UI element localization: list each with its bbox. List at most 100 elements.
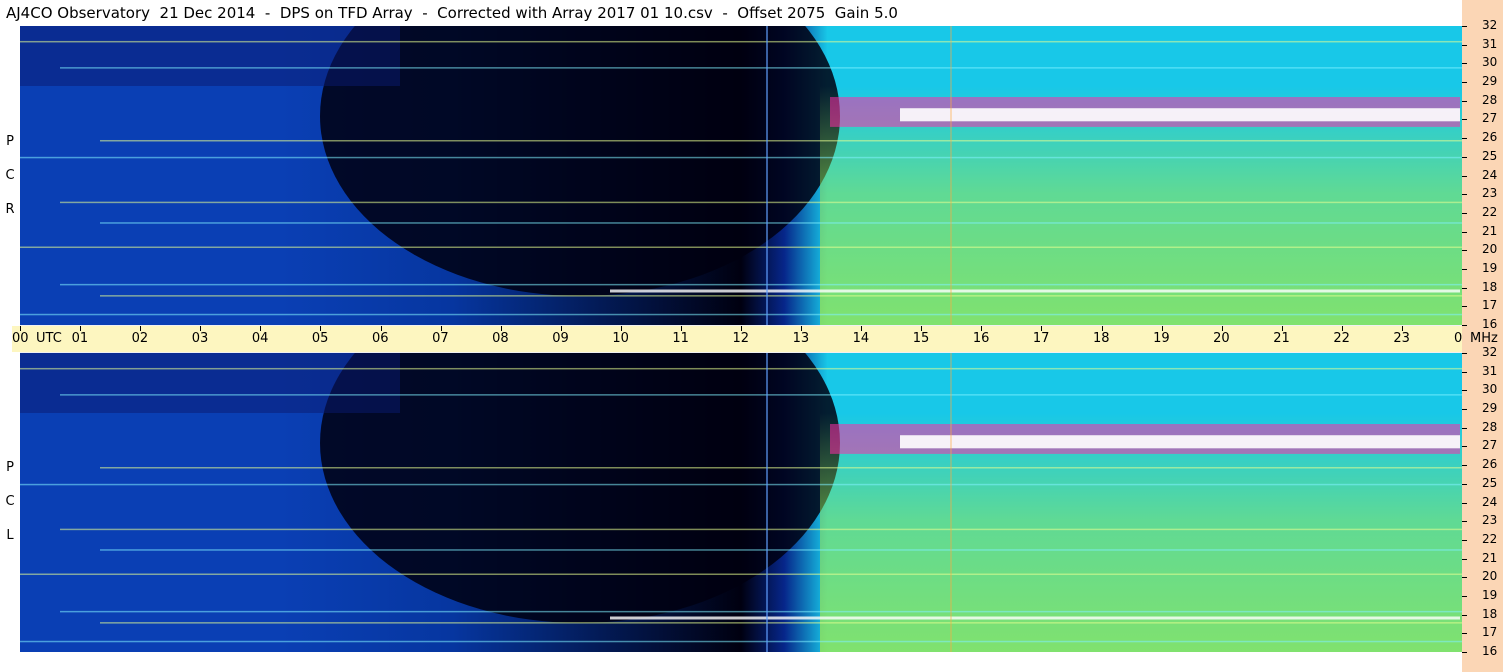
time-tick-label: 08 (492, 331, 509, 346)
vertical-spike (766, 26, 768, 325)
time-tick-label: 02 (131, 331, 149, 346)
interference-line (60, 394, 1462, 396)
freq-tick-mark (1462, 156, 1467, 158)
freq-tick-label: 20 (1482, 569, 1498, 584)
time-tick-label: 00 (12, 331, 29, 346)
freq-tick-mark (1462, 521, 1467, 523)
freq-tick-mark (1462, 577, 1467, 579)
freq-tick-label: 18 (1482, 606, 1498, 621)
freq-tick-label: 21 (1482, 550, 1498, 565)
freq-tick-mark (1462, 614, 1467, 616)
time-tick-label: 14 (852, 331, 870, 346)
freq-tick-mark (1462, 212, 1467, 214)
cb-band-core (900, 108, 1460, 122)
time-tick-label: 03 (191, 331, 209, 346)
time-tick-label: 22 (1333, 331, 1350, 346)
freq-tick-label: 28 (1482, 92, 1498, 107)
interference-line-18mhz (610, 616, 1460, 620)
bottom-panel-label-1: P (6, 460, 14, 475)
freq-tick-mark (1462, 483, 1467, 485)
freq-tick-label: 24 (1482, 494, 1498, 509)
time-tick-label: 23 (1393, 331, 1410, 346)
freq-tick-label: 29 (1482, 74, 1498, 89)
freq-tick-mark (1462, 371, 1467, 373)
top-panel-label-3: R (5, 202, 15, 217)
freq-tick-mark (1462, 633, 1467, 635)
freq-tick-label: 27 (1482, 438, 1498, 453)
lcp-spectrogram (20, 353, 1462, 652)
time-tick-label: 12 (732, 331, 750, 346)
freq-tick-label: 25 (1482, 475, 1498, 490)
interference-line-18mhz (610, 289, 1460, 293)
vertical-spike (766, 353, 768, 652)
interference-line (20, 246, 1462, 249)
freq-tick-label: 26 (1482, 457, 1498, 472)
freq-tick-mark (1462, 652, 1467, 653)
freq-tick-mark (1462, 465, 1467, 467)
utc-unit-label: UTC (36, 331, 62, 346)
time-tick-label: 04 (251, 331, 269, 346)
freq-tick-label: 27 (1482, 111, 1498, 126)
freq-tick-mark (1462, 194, 1467, 196)
interference-line (60, 201, 1462, 204)
freq-tick-mark (1462, 82, 1467, 84)
freq-tick-label: 30 (1482, 382, 1498, 397)
interference-line (100, 139, 1462, 142)
freq-tick-mark (1462, 353, 1467, 354)
vertical-spike (950, 353, 952, 652)
freq-tick-mark (1462, 231, 1467, 233)
freq-tick-label: 18 (1482, 279, 1498, 294)
freq-tick-label: 29 (1482, 401, 1498, 416)
freq-tick-mark (1462, 250, 1467, 252)
freq-tick-mark (1462, 502, 1467, 504)
interference-line (20, 573, 1462, 576)
time-tick-label: 06 (372, 331, 389, 346)
cb-band-core (900, 435, 1460, 449)
interference-line (100, 222, 1462, 224)
time-tick-label: 17 (1032, 331, 1050, 346)
freq-tick-mark (1462, 175, 1467, 177)
freq-tick-label: 21 (1482, 223, 1498, 238)
rcp-spectrogram (20, 26, 1462, 325)
freq-tick-label: 16 (1482, 644, 1498, 658)
freq-tick-mark (1462, 306, 1467, 308)
interference-line (20, 640, 1462, 643)
freq-tick-mark (1462, 138, 1467, 140)
time-tick-label: 15 (912, 331, 930, 346)
night-upper-band (20, 353, 400, 413)
bottom-margin (0, 652, 1462, 672)
freq-tick-mark (1462, 63, 1467, 65)
freq-tick-label: 23 (1482, 186, 1498, 201)
freq-tick-mark (1462, 539, 1467, 541)
interference-line (100, 622, 1462, 624)
freq-tick-label: 16 (1482, 317, 1498, 331)
interference-line (60, 283, 1462, 286)
freq-tick-label: 19 (1482, 260, 1498, 275)
interference-line (60, 528, 1462, 531)
time-tick-label: 07 (432, 331, 449, 346)
freq-tick-mark (1462, 268, 1467, 270)
freq-tick-label: 17 (1482, 625, 1498, 640)
freq-tick-label: 26 (1482, 130, 1498, 145)
top-panel-label-2: C (5, 168, 15, 183)
freq-tick-label: 31 (1482, 36, 1498, 51)
bottom-panel-label-3: L (6, 528, 14, 543)
time-tick-label: 11 (672, 331, 689, 346)
interference-line (100, 549, 1462, 551)
interference-line (20, 156, 1462, 159)
freq-tick-label: 30 (1482, 55, 1498, 70)
interference-line (100, 295, 1462, 297)
freq-tick-mark (1462, 26, 1467, 27)
freq-tick-mark (1462, 287, 1467, 289)
freq-tick-label: 24 (1482, 167, 1498, 182)
freq-tick-label: 25 (1482, 148, 1498, 163)
title-bar: AJ4CO Observatory 21 Dec 2014 - DPS on T… (0, 0, 1462, 26)
interference-line (20, 313, 1462, 316)
freq-tick-mark (1462, 595, 1467, 597)
interference-line (60, 610, 1462, 613)
freq-tick-mark (1462, 390, 1467, 392)
interference-line (20, 367, 1462, 370)
freq-tick-mark (1462, 44, 1467, 46)
chart-title: AJ4CO Observatory 21 Dec 2014 - DPS on T… (6, 4, 898, 22)
freq-tick-label: 17 (1482, 298, 1498, 313)
